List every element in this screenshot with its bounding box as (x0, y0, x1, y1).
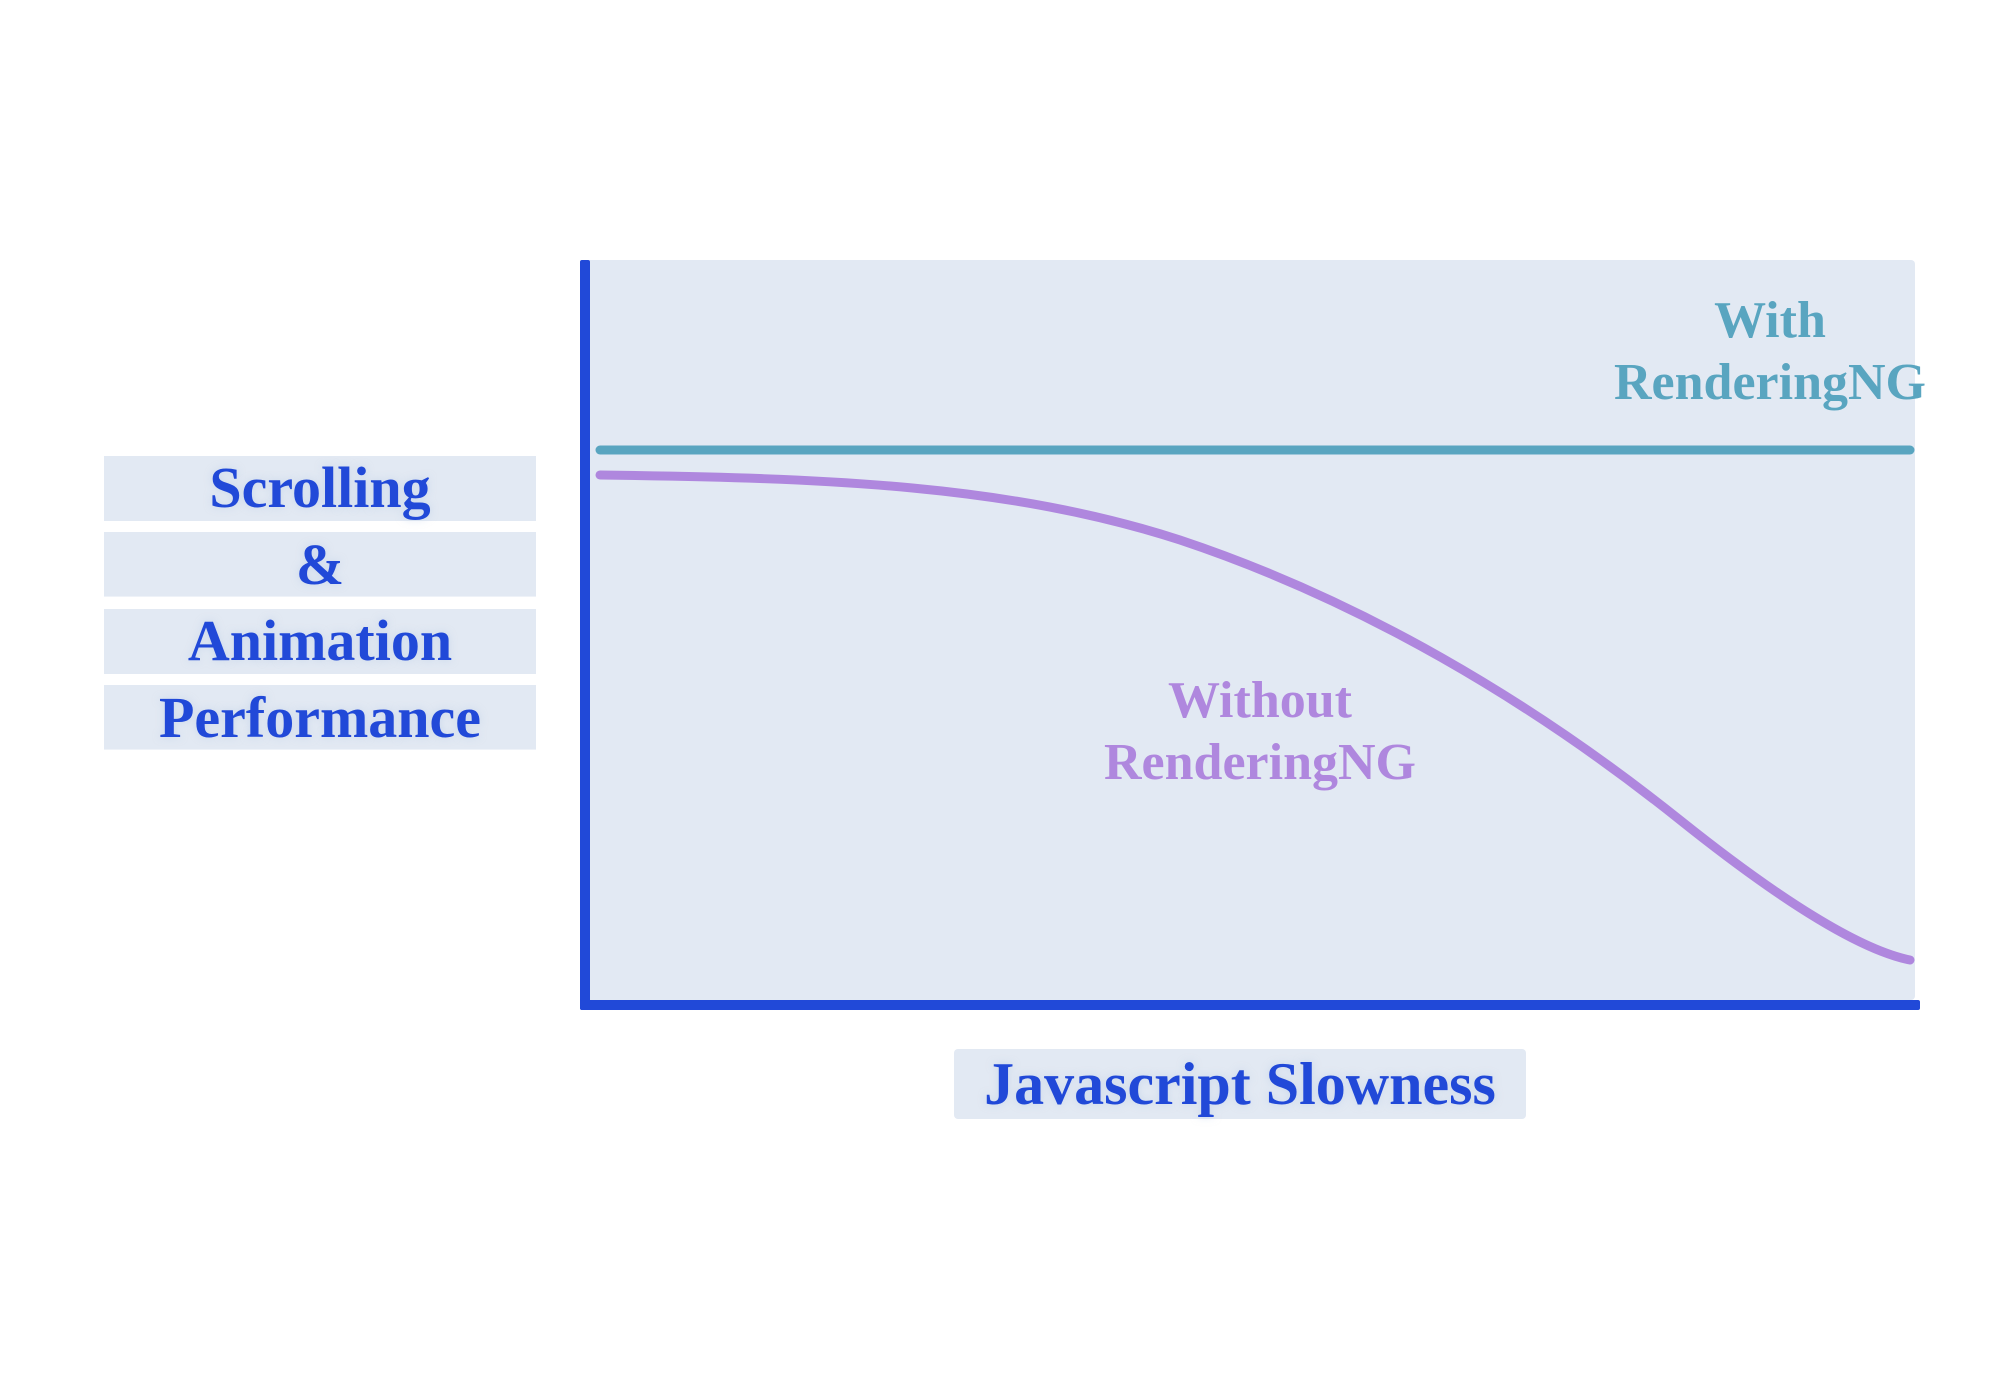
y-axis-label: Scrolling & Animation Performance (80, 450, 560, 756)
y-axis (580, 260, 590, 1010)
legend-with-renderingng: With RenderingNG (1580, 290, 1960, 415)
y-label-line2: & (80, 527, 560, 604)
legend-without-line2: RenderingNG (1060, 732, 1460, 794)
legend-without-renderingng: Without RenderingNG (1060, 670, 1460, 795)
chart-container: Scrolling & Animation Performance Javasc… (80, 260, 1940, 1100)
y-label-line1: Scrolling (80, 450, 560, 527)
y-label-line4: Performance (80, 680, 560, 757)
x-axis (580, 1000, 1920, 1010)
legend-with-line1: With (1580, 290, 1960, 352)
legend-with-line2: RenderingNG (1580, 352, 1960, 414)
y-label-line3: Animation (80, 603, 560, 680)
x-label-text: Javascript Slowness (954, 1049, 1526, 1119)
legend-without-line1: Without (1060, 670, 1460, 732)
x-axis-label: Javascript Slowness (640, 1050, 1840, 1119)
